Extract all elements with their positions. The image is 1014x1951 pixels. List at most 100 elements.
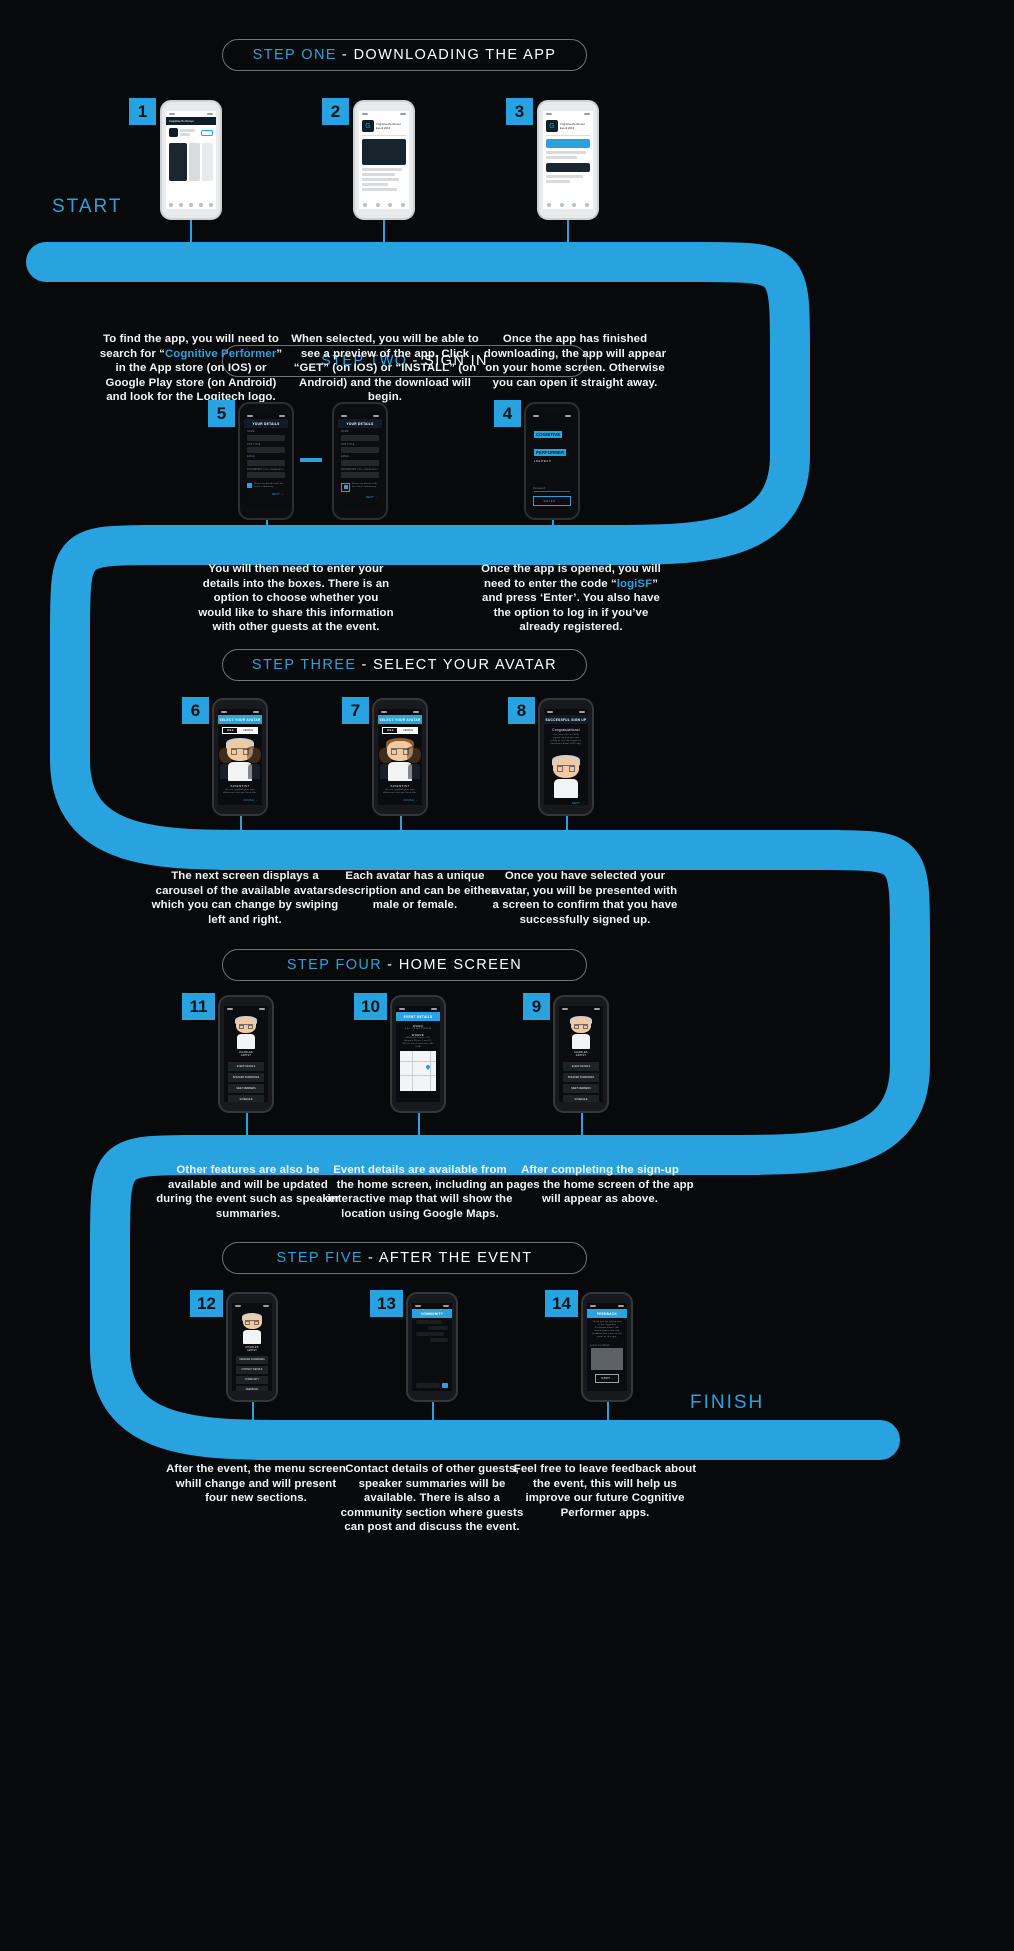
screen-5b-content: YOUR DETAILS NAME JOB TITLE EMAIL PASSWO… <box>338 413 382 509</box>
submit-button[interactable]: SUBMIT → <box>595 1374 619 1383</box>
name-field[interactable] <box>341 434 379 441</box>
avatar-next[interactable] <box>246 745 262 779</box>
when-value: 9:00 - 18:00 | 28/09/15 <box>404 1028 432 1030</box>
phone-screen-4: COGNITIVE PERFORMER LOGITECH Password EN… <box>524 402 580 520</box>
password-field[interactable] <box>341 472 379 478</box>
screen-8-content: SUCCESSFUL SIGN UP Congratulations! You … <box>544 709 588 805</box>
step-header-three: STEP THREE - SELECT YOUR AVATAR <box>222 649 587 681</box>
toggle-male[interactable]: MALE <box>221 727 239 734</box>
map-view[interactable] <box>400 1051 436 1091</box>
badge-8: 8 <box>508 697 535 724</box>
gender-toggle[interactable]: MALE FEMALE <box>378 727 422 734</box>
tab-bar[interactable] <box>359 203 409 207</box>
step-five-number: STEP FIVE <box>276 1250 363 1266</box>
feedback-textarea[interactable] <box>591 1348 623 1370</box>
connector-9 <box>581 1113 583 1155</box>
screen-title: COMMUNITY <box>412 1309 452 1318</box>
job-title-field[interactable] <box>247 447 285 453</box>
phone-screen-14: FEEDBACK Thank you for taking part in th… <box>581 1292 633 1402</box>
menu-item-2[interactable]: MEET MEMBERS <box>228 1084 264 1093</box>
connector-13 <box>432 1402 434 1440</box>
user-role: ARTIST <box>575 1054 587 1057</box>
search-header: Cognitive Performer <box>166 117 216 125</box>
email-field[interactable] <box>247 459 285 466</box>
caption-8: Once you have selected your avatar, you … <box>492 870 678 926</box>
step-three-number: STEP THREE <box>251 657 357 673</box>
menu-item-0[interactable]: EVENT DETAILS <box>563 1062 599 1071</box>
menu-list[interactable]: EVENT DETAILS SPEAKER SUMMARIES MEET MEM… <box>559 1062 603 1102</box>
finish-button[interactable]: FINISH → <box>218 798 262 802</box>
menu-item-0[interactable]: SPEAKER SUMMARIES <box>236 1356 268 1364</box>
connector-14 <box>607 1402 609 1440</box>
step-three-title: - SELECT YOUR AVATAR <box>361 657 558 673</box>
menu-item-3[interactable]: SCHEDULE <box>228 1095 264 1102</box>
phone-screen-2: G Cognitive Performer Event 2015 <box>353 100 415 220</box>
caption-7: Each avatar has a unique description and… <box>334 870 496 912</box>
screen-title: YOUR DETAILS <box>244 419 288 428</box>
badge-13: 13 <box>370 1290 403 1317</box>
share-checkbox-highlight[interactable] <box>341 482 350 492</box>
post-composer[interactable] <box>416 1383 448 1388</box>
avatar-description: We are regularly the only difference tha… <box>383 789 417 794</box>
phone-screen-1: Cognitive Performer <box>160 100 222 220</box>
phone-screen-12: CHARLES ARTIST SPEAKER SUMMARIES CONTACT… <box>226 1292 278 1402</box>
job-title-field[interactable] <box>341 447 379 453</box>
tab-bar[interactable] <box>543 203 593 207</box>
or-login-link[interactable]: or Login <box>530 509 574 510</box>
menu-item-0[interactable]: EVENT DETAILS <box>228 1062 264 1071</box>
step-header-one: STEP ONE - DOWNLOADING THE APP <box>222 39 587 71</box>
password-field[interactable] <box>247 472 285 478</box>
screen-7-content: SELECT YOUR AVATAR MALE FEMALE SCIENTIST… <box>378 709 422 805</box>
where-value: Moscone Center, 747 Howard Street, Level… <box>402 1037 434 1048</box>
preview-strip <box>166 140 216 184</box>
title-line-2: PERFORMER <box>534 449 567 456</box>
next-button[interactable]: NEXT → <box>244 492 288 496</box>
connector-7 <box>400 816 402 850</box>
feedback-label: Leave feedback <box>590 1344 610 1347</box>
menu-list[interactable]: EVENT DETAILS SPEAKER SUMMARIES MEET MEM… <box>224 1062 268 1102</box>
title-line-3: LOGITECH <box>534 460 552 463</box>
phone-screen-9: CHARLES ARTIST EVENT DETAILS SPEAKER SUM… <box>553 995 609 1113</box>
screen-title: SELECT YOUR AVATAR <box>218 715 262 724</box>
toggle-male[interactable]: MALE <box>381 727 399 734</box>
caption-12: After the event, the menu screen whill c… <box>166 1463 346 1505</box>
menu-item-3[interactable]: SCHEDULE <box>563 1095 599 1102</box>
menu-item-2[interactable]: MEET MEMBERS <box>563 1084 599 1093</box>
app-name: Cognitive Performer Event 2015 <box>560 122 585 130</box>
finish-label: FINISH <box>690 1392 765 1413</box>
menu-item-1[interactable]: SPEAKER SUMMARIES <box>228 1073 264 1082</box>
avatar-carousel[interactable] <box>378 737 422 781</box>
caption-6: The next screen displays a carousel of t… <box>151 870 339 926</box>
phone-screen-8: SUCCESSFUL SIGN UP Congratulations! You … <box>538 698 594 816</box>
badge-14: 14 <box>545 1290 578 1317</box>
badge-4: 4 <box>494 400 521 427</box>
toggle-female[interactable]: FEMALE <box>238 727 259 734</box>
avatar-next[interactable] <box>406 745 422 779</box>
email-field[interactable] <box>341 459 379 466</box>
name-field[interactable] <box>247 434 285 441</box>
tab-bar[interactable] <box>166 203 216 207</box>
toggle-female[interactable]: FEMALE <box>398 727 419 734</box>
gender-toggle[interactable]: MALE FEMALE <box>218 727 262 734</box>
caption-1: To find the app, you will need to search… <box>99 333 283 404</box>
avatar-carousel[interactable] <box>218 737 262 781</box>
menu-item-1[interactable]: SPEAKER SUMMARIES <box>563 1073 599 1082</box>
screen-5a-content: YOUR DETAILS NAME JOB TITLE EMAIL PASSWO… <box>244 413 288 509</box>
get-button[interactable] <box>201 129 213 136</box>
menu-item-2[interactable]: COMMUNITY <box>236 1376 268 1384</box>
menu-item-3[interactable]: FEEDBACK <box>236 1386 268 1391</box>
menu-list[interactable]: SPEAKER SUMMARIES CONTACT DETAILS COMMUN… <box>232 1356 272 1391</box>
next-button[interactable]: NEXT → <box>544 801 588 805</box>
next-button[interactable]: NEXT → <box>338 495 382 499</box>
share-checkbox[interactable] <box>247 482 252 488</box>
connector-12 <box>252 1402 254 1440</box>
caption-4: Once the app is opened, you will need to… <box>481 563 661 634</box>
caption-9: After completing the sign-up pages the h… <box>506 1164 694 1206</box>
menu-item-1[interactable]: CONTACT DETAILS <box>236 1366 268 1374</box>
connector-8 <box>566 816 568 850</box>
post-input[interactable] <box>416 1383 440 1388</box>
send-icon[interactable] <box>442 1383 448 1388</box>
finish-button[interactable]: FINISH → <box>378 798 422 802</box>
screen-11-content: CHARLES ARTIST EVENT DETAILS SPEAKER SUM… <box>224 1006 268 1102</box>
enter-button[interactable]: ENTER → <box>533 495 571 506</box>
